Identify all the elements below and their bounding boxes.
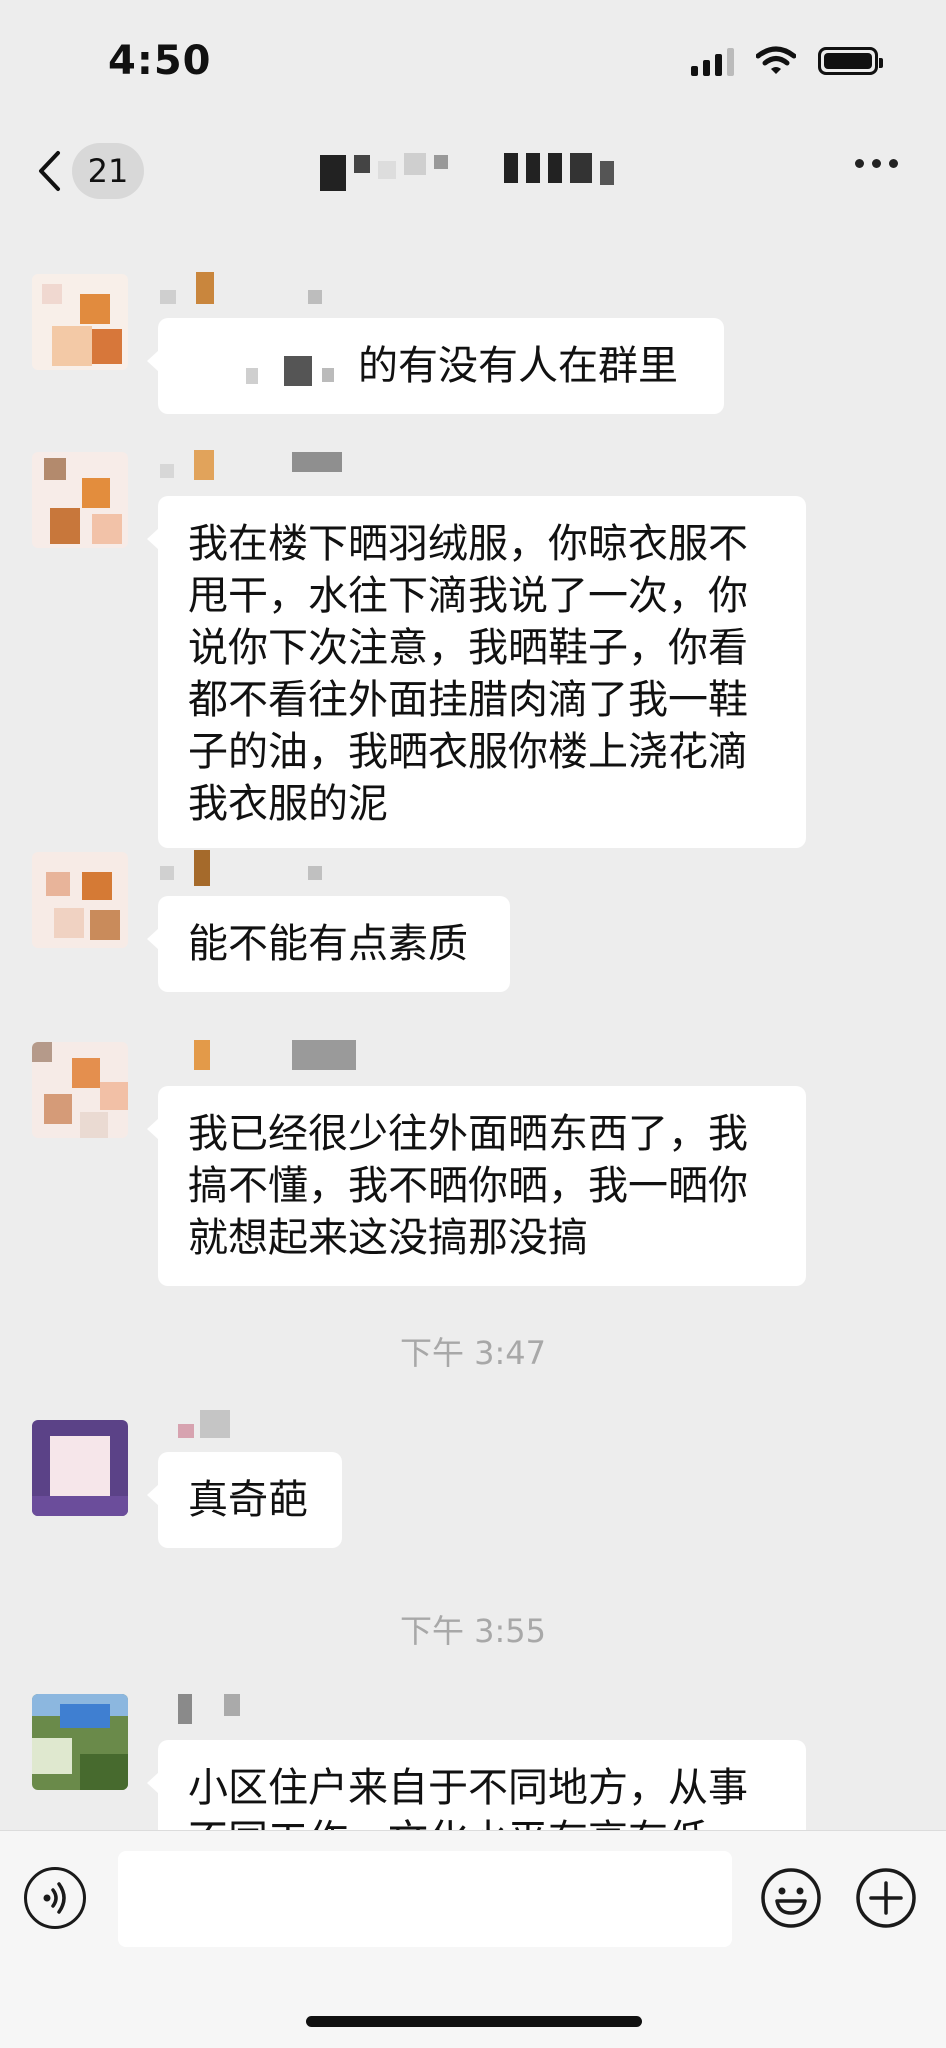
message-bubble[interactable]: 的有没有人在群里: [147, 318, 724, 414]
avatar[interactable]: [32, 1694, 128, 1790]
chat-header: 21: [0, 125, 946, 215]
message-bubble[interactable]: 真奇葩: [147, 1452, 342, 1548]
message-text: 我已经很少往外面晒东西了，我搞不懂，我不晒你晒，我一晒你就想起来这没搞那没搞: [188, 1111, 748, 1261]
status-icons: [691, 46, 883, 76]
chat-title-redacted: [320, 153, 614, 191]
voice-input-icon: [43, 1882, 66, 1914]
wifi-icon: [756, 46, 796, 74]
avatar[interactable]: [32, 274, 128, 370]
battery-level: [824, 53, 872, 69]
timestamp: 下午 3:55: [399, 1612, 547, 1650]
message-bubble[interactable]: 我已经很少往外面晒东西了，我搞不懂，我不晒你晒，我一晒你就想起来这没搞那没搞: [147, 1086, 806, 1286]
plus-icon: [856, 1868, 916, 1928]
redacted-text: [246, 352, 342, 388]
message-bubble[interactable]: 我在楼下晒羽绒服，你晾衣服不甩干，水往下滴我说了一次，你说你下次注意，我晒鞋子，…: [147, 496, 806, 848]
unread-count-badge: 21: [72, 143, 144, 199]
emoji-icon: [761, 1868, 821, 1928]
voice-input-button[interactable]: [24, 1867, 86, 1929]
message-text: 的有没有人在群里: [358, 343, 678, 389]
avatar[interactable]: [32, 1042, 128, 1138]
more-functions-button[interactable]: [855, 1867, 917, 1929]
battery-icon: [818, 47, 883, 75]
message-text: 小区住户来自于不同地方，从事不同工作，文化水平有高有低: [188, 1765, 748, 1830]
message-text: 真奇葩: [188, 1477, 308, 1523]
ellipsis-icon: [855, 159, 864, 168]
status-bar: 4:50: [0, 0, 946, 120]
message-input[interactable]: [118, 1851, 732, 1947]
message-text: 能不能有点素质: [188, 921, 468, 967]
timestamp: 下午 3:47: [399, 1334, 547, 1372]
chevron-left-icon: [39, 151, 60, 191]
message-bubble[interactable]: 小区住户来自于不同地方，从事不同工作，文化水平有高有低: [147, 1740, 806, 1830]
message-bubble[interactable]: 能不能有点素质: [147, 896, 510, 992]
avatar[interactable]: [32, 1420, 128, 1516]
status-time: 4:50: [108, 38, 212, 84]
chat-messages[interactable]: 的有没有人在群里 我在楼下晒羽绒服，你晾衣服不甩干，水往下滴我说了一次，你说你下…: [0, 250, 946, 1830]
avatar[interactable]: [32, 452, 128, 548]
home-indicator[interactable]: [306, 2016, 642, 2027]
input-bar: [0, 1830, 946, 2048]
more-options-button[interactable]: [855, 159, 898, 168]
message-text: 我在楼下晒羽绒服，你晾衣服不甩干，水往下滴我说了一次，你说你下次注意，我晒鞋子，…: [188, 521, 748, 827]
cellular-signal-icon: [691, 46, 734, 76]
emoji-button[interactable]: [760, 1867, 822, 1929]
back-button[interactable]: 21: [36, 143, 144, 199]
avatar[interactable]: [32, 852, 128, 948]
